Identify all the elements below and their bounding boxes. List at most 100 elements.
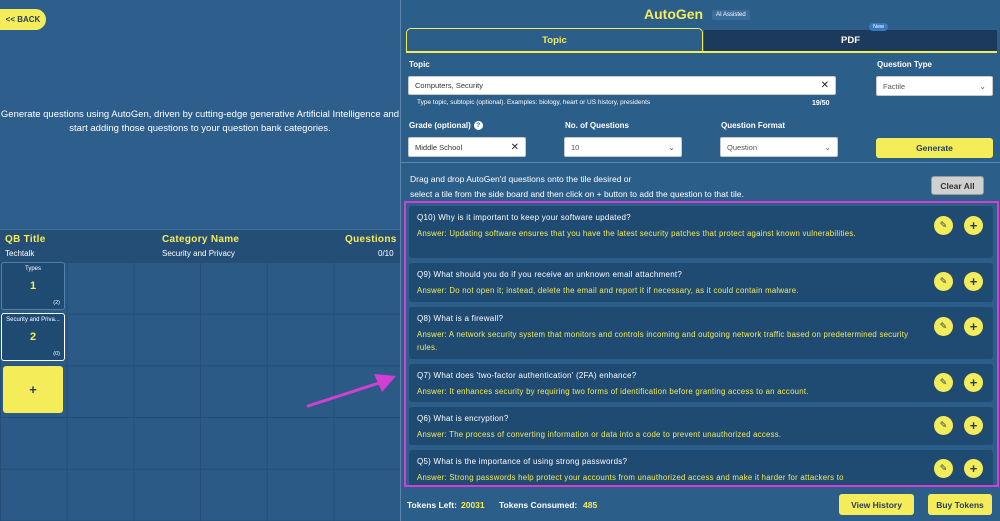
add-question-button[interactable]: + xyxy=(964,317,983,336)
question-format-value: Question xyxy=(727,142,758,152)
question-circle-icon[interactable]: ? xyxy=(473,121,483,131)
answer-text: Answer: Strong passwords help protect yo… xyxy=(417,473,844,482)
pencil-square-icon: ✎ xyxy=(939,220,948,230)
category-tile-2[interactable]: Security and Priva... 2 (0) xyxy=(1,313,65,361)
answer-text: Answer: Updating software ensures that y… xyxy=(417,229,856,238)
category-name-header: Category Name xyxy=(162,234,240,245)
edit-question-button[interactable]: ✎ xyxy=(934,272,953,291)
tab-topic[interactable]: Topic xyxy=(406,28,703,52)
tile-question-count: (2) xyxy=(53,300,60,306)
token-footer: Tokens Left: 20031 Tokens Consumed: 485 … xyxy=(401,490,1000,521)
instructions-line-1: Drag and drop AutoGen'd questions onto t… xyxy=(410,174,632,184)
generate-button[interactable]: Generate xyxy=(876,138,993,158)
question-text: Q7) What does 'two-factor authentication… xyxy=(417,371,637,380)
grade-label-text: Grade (optional) xyxy=(409,121,471,130)
plus-icon: + xyxy=(969,375,978,390)
instructions-line-2: select a tile from the side board and th… xyxy=(410,189,744,199)
questions-count-value: 0/10 xyxy=(378,249,394,258)
add-question-button[interactable]: + xyxy=(964,272,983,291)
new-badge: New xyxy=(869,23,889,31)
tokens-left-value: 20031 xyxy=(461,500,485,510)
answer-text: Answer: Do not open it; instead, delete … xyxy=(417,286,799,295)
edit-question-button[interactable]: ✎ xyxy=(934,416,953,435)
question-card[interactable]: Q8) What is a firewall? Answer: A networ… xyxy=(409,307,993,359)
edit-question-button[interactable]: ✎ xyxy=(934,216,953,235)
category-tile-1[interactable]: Types 1 (2) xyxy=(1,262,65,310)
edit-question-button[interactable]: ✎ xyxy=(934,373,953,392)
num-questions-label: No. of Questions xyxy=(565,121,629,130)
clear-grade-icon[interactable]: ✕ xyxy=(511,142,519,153)
plus-icon: + xyxy=(969,319,978,334)
question-text: Q8) What is a firewall? xyxy=(417,314,504,323)
num-questions-select[interactable]: 10 ⌄ xyxy=(564,137,682,157)
answer-text: Answer: A network security system that m… xyxy=(417,330,909,352)
grade-label: Grade (optional)? xyxy=(409,121,483,131)
question-card[interactable]: Q10) Why is it important to keep your so… xyxy=(409,206,993,258)
buy-tokens-button[interactable]: Buy Tokens xyxy=(928,494,992,515)
question-card[interactable]: Q5) What is the importance of using stro… xyxy=(409,450,993,485)
clear-all-button[interactable]: Clear All xyxy=(931,176,984,195)
instructions: Drag and drop AutoGen'd questions onto t… xyxy=(410,172,744,202)
question-card[interactable]: Q9) What should you do if you receive an… xyxy=(409,263,993,302)
question-card[interactable]: Q6) What is encryption? Answer: The proc… xyxy=(409,407,993,445)
plus-icon: + xyxy=(969,274,978,289)
question-text: Q6) What is encryption? xyxy=(417,414,509,423)
answer-text: Answer: It enhances security by requirin… xyxy=(417,387,809,396)
topic-hint: Type topic, subtopic (optional). Example… xyxy=(417,99,651,106)
tab-pdf[interactable]: PDF xyxy=(704,30,997,52)
add-question-button[interactable]: + xyxy=(964,216,983,235)
qb-title-value: Techtalk xyxy=(5,249,35,258)
tokens-consumed-label: Tokens Consumed: xyxy=(499,500,578,510)
divider xyxy=(401,162,1000,163)
generated-questions-list: Q10) Why is it important to keep your so… xyxy=(404,201,999,487)
question-format-label: Question Format xyxy=(721,121,786,130)
plus-icon: + xyxy=(969,461,978,476)
magenta-arrow xyxy=(306,374,396,408)
tile-number: 1 xyxy=(29,280,37,292)
question-text: Q9) What should you do if you receive an… xyxy=(417,270,683,279)
add-question-button[interactable]: + xyxy=(964,416,983,435)
question-text: Q5) What is the importance of using stro… xyxy=(417,457,628,466)
left-pane: << BACK Generate questions using AutoGen… xyxy=(0,0,400,521)
question-text: Q10) Why is it important to keep your so… xyxy=(417,213,631,222)
tile-question-count: (0) xyxy=(53,351,60,357)
edit-question-button[interactable]: ✎ xyxy=(934,317,953,336)
intro-text: Generate questions using AutoGen, driven… xyxy=(0,108,400,136)
topic-label: Topic xyxy=(409,60,430,69)
qb-info-table: QB Title Category Name Questions Techtal… xyxy=(0,229,400,263)
topic-char-counter: 19/50 xyxy=(812,100,830,107)
back-button[interactable]: << BACK xyxy=(0,9,46,30)
answer-text: Answer: The process of converting inform… xyxy=(417,430,782,439)
category-name-value: Security and Privacy xyxy=(162,249,235,258)
tile-name: Types xyxy=(24,266,41,272)
question-card[interactable]: Q7) What does 'two-factor authentication… xyxy=(409,364,993,402)
questions-header: Questions xyxy=(345,234,397,245)
chevron-down-icon: ⌄ xyxy=(668,142,675,152)
num-questions-value: 10 xyxy=(571,142,580,152)
intro-line-1: Generate questions using AutoGen, driven… xyxy=(0,109,400,120)
add-question-button[interactable]: + xyxy=(964,459,983,478)
question-format-select[interactable]: Question ⌄ xyxy=(720,137,838,157)
chevron-down-icon: ⌄ xyxy=(979,81,986,91)
edit-question-button[interactable]: ✎ xyxy=(934,459,953,478)
pencil-square-icon: ✎ xyxy=(939,463,948,473)
grade-input[interactable]: Middle School ✕ xyxy=(408,137,526,157)
view-history-button[interactable]: View History xyxy=(839,494,914,515)
pencil-square-icon: ✎ xyxy=(939,420,948,430)
question-type-value: Factile xyxy=(883,81,906,91)
grade-input-value: Middle School xyxy=(415,142,463,152)
tokens-left-label: Tokens Left: xyxy=(407,500,457,510)
qb-title-header: QB Title xyxy=(5,234,46,245)
add-tile-button[interactable]: + xyxy=(3,366,63,413)
pencil-square-icon: ✎ xyxy=(939,276,948,286)
topic-input-value: Computers, Security xyxy=(415,81,483,90)
question-type-select[interactable]: Factile ⌄ xyxy=(876,76,993,96)
tokens-consumed-value: 485 xyxy=(583,500,598,510)
pencil-square-icon: ✎ xyxy=(939,321,948,331)
pencil-square-icon: ✎ xyxy=(939,377,948,387)
tile-number: 2 xyxy=(29,331,37,343)
clear-topic-icon[interactable]: ✕ xyxy=(821,80,829,91)
add-question-button[interactable]: + xyxy=(964,373,983,392)
intro-line-2: start adding those questions to your que… xyxy=(69,123,331,134)
topic-input[interactable]: Computers, Security ✕ xyxy=(408,76,836,95)
